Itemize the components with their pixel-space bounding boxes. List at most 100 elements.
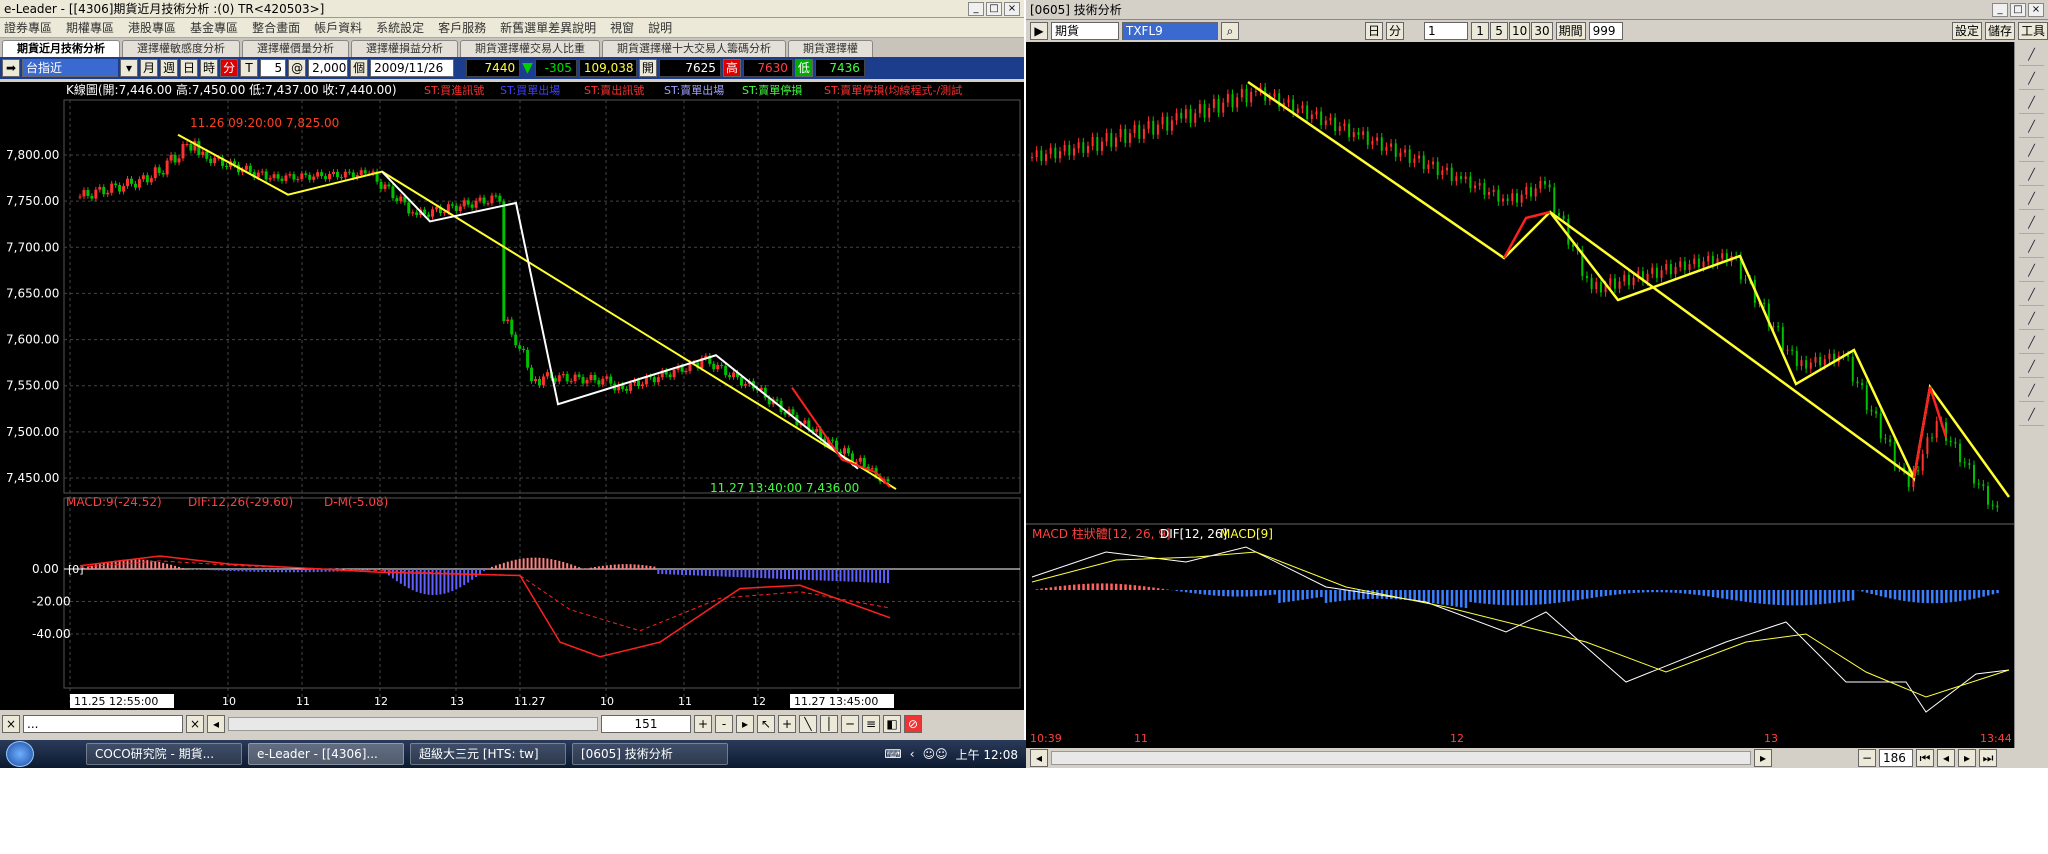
close-small-icon[interactable]: × — [2, 715, 20, 733]
close-small-icon-2[interactable]: × — [186, 715, 204, 733]
text-icon[interactable]: ╱ — [2019, 120, 2044, 138]
menu-item[interactable]: 客戶服務 — [438, 19, 486, 36]
arrow-right-icon[interactable]: ➡ — [2, 59, 20, 77]
pencil-icon[interactable]: ╱ — [2019, 96, 2044, 114]
search-icon[interactable]: ⌕ — [1221, 22, 1239, 40]
ellipsis-field[interactable]: ... — [23, 715, 183, 733]
period-day-button[interactable]: 日 — [1365, 22, 1384, 40]
maximize-button[interactable]: □ — [986, 1, 1002, 16]
r-minimize-button[interactable]: _ — [1992, 2, 2008, 17]
symbol-select[interactable]: 台指近 — [22, 59, 118, 77]
cursor-icon[interactable]: ╱ — [2019, 48, 2044, 66]
zoom-in-icon[interactable]: + — [694, 715, 712, 733]
tools-button[interactable]: 工具 — [2017, 22, 2048, 40]
product-type-select[interactable]: 期貨 — [1051, 22, 1119, 40]
menu-item[interactable]: 整合畫面 — [252, 19, 300, 36]
r-first-icon[interactable]: ⏮ — [1916, 749, 1934, 767]
r-next-icon[interactable]: ▸ — [1958, 749, 1976, 767]
start-button-icon[interactable] — [6, 741, 34, 767]
lines-icon[interactable]: ╱ — [2019, 144, 2044, 162]
r-scroll-left-icon[interactable]: ◂ — [1030, 749, 1048, 767]
fib-tool-icon[interactable]: ≡ — [862, 715, 880, 733]
tab-1[interactable]: 選擇權敏感度分析 — [122, 40, 240, 57]
period-button[interactable]: 分 — [220, 59, 239, 77]
marker-icon[interactable]: ╱ — [2019, 312, 2044, 330]
interval-select[interactable]: 1 — [1424, 22, 1469, 40]
bar-count[interactable]: 151 — [601, 715, 691, 733]
minimize-button[interactable]: _ — [968, 1, 984, 16]
hline-tool-icon[interactable]: ─ — [841, 715, 859, 733]
r-bar-count[interactable]: 186 — [1879, 749, 1913, 767]
at-icon[interactable]: @ — [288, 59, 307, 77]
line-tool-icon[interactable]: ╲ — [799, 715, 817, 733]
circle-icon[interactable]: ╱ — [2019, 264, 2044, 282]
r-horizontal-scrollbar[interactable] — [1051, 751, 1751, 765]
menu-item[interactable]: 基金專區 — [190, 19, 238, 36]
scroll-left-icon[interactable]: ◂ — [207, 715, 225, 733]
crosshair-icon[interactable]: + — [778, 715, 796, 733]
right-chart-area[interactable]: MACD 柱狀體[12, 26, 9] DIF[12, 26] MACD[9] … — [1026, 42, 2014, 748]
r-prev-icon[interactable]: ◂ — [1937, 749, 1955, 767]
interval-input[interactable]: 5 — [260, 59, 287, 77]
taskbar-item-hts[interactable]: 超級大三元 [HTS: tw] — [410, 743, 566, 765]
date-picker[interactable]: 2009/11/26 — [370, 59, 455, 77]
zoom-out-icon[interactable]: - — [715, 715, 733, 733]
menu-item[interactable]: 港股專區 — [128, 19, 176, 36]
r-last-icon[interactable]: ⏭ — [1979, 749, 1997, 767]
count-input[interactable]: 999 — [1588, 22, 1623, 40]
brush-icon[interactable]: ╱ — [2019, 168, 2044, 186]
r-close-button[interactable]: × — [2028, 2, 2044, 17]
tab-2[interactable]: 選擇權價量分析 — [242, 40, 349, 57]
bars-icon[interactable]: ╱ — [2019, 360, 2044, 378]
fan-icon[interactable]: ╱ — [2019, 384, 2044, 402]
menu-item[interactable]: 視窗 — [610, 19, 634, 36]
ray-icon[interactable]: ╱ — [2019, 216, 2044, 234]
grid-icon[interactable]: ╱ — [2019, 336, 2044, 354]
tray-arrow-icon[interactable]: ‹ — [910, 747, 915, 761]
interval-preset[interactable]: 30 — [1531, 22, 1553, 40]
left-chart-area[interactable]: K線圖(開:7,446.00 高:7,450.00 低:7,437.00 收:7… — [0, 82, 1024, 710]
save-button[interactable]: 儲存 — [1984, 22, 2015, 40]
period-button[interactable]: 月 — [140, 59, 159, 77]
menu-item[interactable]: 證券專區 — [4, 19, 52, 36]
tab-5[interactable]: 期貨選擇權十大交易人籌碼分析 — [602, 40, 786, 57]
period-button[interactable]: 週 — [160, 59, 179, 77]
line-icon[interactable]: ╱ — [2019, 192, 2044, 210]
tab-6[interactable]: 期貨選擇權 — [788, 40, 873, 57]
period-minute-button[interactable]: 分 — [1386, 22, 1405, 40]
pin-icon[interactable]: ╱ — [2019, 288, 2044, 306]
menu-item[interactable]: 系統設定 — [376, 19, 424, 36]
tab-4[interactable]: 期貨選擇權交易人比重 — [460, 40, 600, 57]
tab-3[interactable]: 選擇權損益分析 — [351, 40, 458, 57]
close-button[interactable]: × — [1004, 1, 1020, 16]
menu-item[interactable]: 說明 — [648, 19, 672, 36]
taskbar-item-0605[interactable]: [0605] 技術分析 — [572, 743, 728, 765]
levels-icon[interactable]: ╱ — [2019, 408, 2044, 426]
eraser-icon[interactable]: ◧ — [883, 715, 901, 733]
taskbar-item-coco[interactable]: COCO研究院 - 期貨... — [86, 743, 242, 765]
taskbar-item-eleader[interactable]: e-Leader - [[4306]... — [248, 743, 404, 765]
arrow-icon[interactable]: ╱ — [2019, 72, 2044, 90]
r-scroll-right-icon[interactable]: ▸ — [1754, 749, 1772, 767]
symbol-select[interactable]: TXFL9 — [1122, 22, 1218, 40]
hline-icon[interactable]: ╱ — [2019, 240, 2044, 258]
cursor-icon[interactable]: ↖ — [757, 715, 775, 733]
r-maximize-button[interactable]: □ — [2010, 2, 2026, 17]
next-icon[interactable]: ▸ — [736, 715, 754, 733]
period-button[interactable]: 時 — [200, 59, 219, 77]
interval-preset[interactable]: 10 — [1509, 22, 1531, 40]
settings-button[interactable]: 設定 — [1951, 22, 1982, 40]
tab-0[interactable]: 期貨近月技術分析 — [2, 40, 120, 57]
menu-item[interactable]: 期權專區 — [66, 19, 114, 36]
vline-tool-icon[interactable]: │ — [820, 715, 838, 733]
menu-item[interactable]: 帳戶資料 — [314, 19, 362, 36]
interval-preset[interactable]: 5 — [1490, 22, 1509, 40]
menu-item[interactable]: 新舊選單差異說明 — [500, 19, 596, 36]
interval-preset[interactable]: 1 — [1471, 22, 1490, 40]
r-zoom-out-icon[interactable]: − — [1858, 749, 1876, 767]
count-input[interactable]: 2,000 — [308, 59, 349, 77]
period-button[interactable]: T — [240, 59, 259, 77]
clear-drawing-icon[interactable]: ⊘ — [904, 715, 922, 733]
play-icon[interactable]: ▶ — [1030, 22, 1048, 40]
keyboard-icon[interactable]: ⌨ — [884, 747, 901, 761]
